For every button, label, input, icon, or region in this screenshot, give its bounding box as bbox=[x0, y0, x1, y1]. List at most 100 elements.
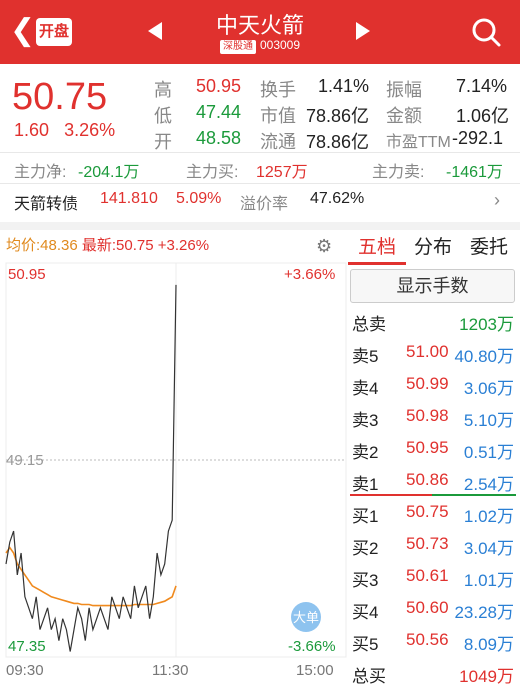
total-buy-label: 总买 bbox=[352, 667, 386, 686]
intraday-chart[interactable]: 大单 bbox=[0, 260, 348, 665]
bond-price: 141.810 bbox=[100, 190, 158, 207]
divider bbox=[0, 183, 520, 184]
level-label: 卖5 bbox=[352, 347, 379, 366]
level-volume: 23.28万 bbox=[454, 603, 514, 622]
premium-value: 47.62% bbox=[310, 190, 365, 207]
level-label: 买2 bbox=[352, 539, 379, 558]
spread-divider-green bbox=[432, 494, 516, 496]
turnover-label: 换手 bbox=[260, 80, 296, 100]
level-label: 买1 bbox=[352, 507, 379, 526]
change-percent: 3.26% bbox=[64, 120, 116, 140]
stock-name: 中天火箭 bbox=[215, 13, 304, 38]
mktcap-value: 78.86亿 bbox=[306, 106, 370, 126]
total-sell-value: 1203万 bbox=[459, 315, 514, 334]
level-price: 50.75 bbox=[406, 502, 449, 521]
open-button[interactable]: 开盘 bbox=[36, 18, 72, 46]
total-buy[interactable]: 总买 1049万 bbox=[350, 658, 516, 686]
float-value: 78.86亿 bbox=[306, 132, 370, 152]
amplitude-value: 7.14% bbox=[456, 76, 508, 96]
ask-row[interactable]: 卖3 50.98 5.10万 bbox=[350, 402, 516, 432]
high-value: 50.95 bbox=[196, 76, 242, 96]
level-price: 50.98 bbox=[406, 406, 449, 425]
big-order-label: 大单 bbox=[293, 610, 319, 625]
bid-row[interactable]: 买5 50.56 8.09万 bbox=[350, 626, 516, 656]
level-label: 卖3 bbox=[352, 411, 379, 430]
average-price-line bbox=[5, 546, 177, 607]
amount-value: 1.06亿 bbox=[456, 106, 510, 126]
pe-value: -292.1 bbox=[452, 128, 504, 148]
level-volume: 0.51万 bbox=[463, 443, 514, 462]
level-volume: 5.10万 bbox=[463, 411, 514, 430]
bid-row[interactable]: 买2 50.73 3.04万 bbox=[350, 530, 516, 560]
pe-label: 市盈TTM bbox=[386, 134, 451, 151]
y-min-label: 47.35 bbox=[8, 638, 46, 655]
exchange-badge: 深股通 bbox=[219, 40, 256, 54]
level-volume: 1.01万 bbox=[463, 571, 514, 590]
level-label: 卖1 bbox=[352, 475, 379, 494]
main-sell-label: 主力卖: bbox=[372, 164, 425, 181]
level-price: 50.86 bbox=[406, 470, 449, 489]
search-icon[interactable] bbox=[470, 16, 502, 48]
high-label: 高 bbox=[154, 80, 172, 100]
level-price: 50.60 bbox=[406, 598, 449, 617]
tab-orders[interactable]: 委托 bbox=[470, 232, 508, 259]
depth-tabs: 五档 分布 委托 bbox=[348, 232, 520, 262]
x-label-noon: 11:30 bbox=[152, 662, 189, 679]
low-label: 低 bbox=[154, 106, 172, 126]
ask-row[interactable]: 卖1 50.86 2.54万 bbox=[350, 466, 516, 496]
spread-divider-red bbox=[350, 494, 432, 496]
gear-icon[interactable]: ⚙ bbox=[316, 236, 332, 257]
float-label: 流通 bbox=[260, 132, 296, 152]
price-change: 1.60 3.26% bbox=[14, 120, 115, 141]
main-sell-value: -1461万 bbox=[446, 164, 503, 181]
bid-row[interactable]: 买4 50.60 23.28万 bbox=[350, 594, 516, 624]
level-price: 50.99 bbox=[406, 374, 449, 393]
x-label-open: 09:30 bbox=[6, 662, 44, 679]
low-value: 47.44 bbox=[196, 102, 242, 122]
previous-stock-icon[interactable] bbox=[148, 22, 162, 40]
level-volume: 1.02万 bbox=[463, 507, 514, 526]
net-flow-value: -204.1万 bbox=[78, 164, 140, 181]
stock-code-line: 深股通 003009 bbox=[170, 38, 350, 54]
ask-row[interactable]: 卖4 50.99 3.06万 bbox=[350, 370, 516, 400]
level-label: 买4 bbox=[352, 603, 379, 622]
net-flow-label: 主力净: bbox=[14, 164, 67, 181]
next-stock-icon[interactable] bbox=[356, 22, 370, 40]
avg-price-label: 均价:48.36 bbox=[6, 237, 78, 254]
main-buy-value: 1257万 bbox=[256, 164, 308, 181]
tab-indicator bbox=[348, 262, 406, 265]
level-price: 50.61 bbox=[406, 566, 449, 585]
y-max-pct-label: +3.66% bbox=[284, 266, 336, 283]
level-label: 买5 bbox=[352, 635, 379, 654]
main-buy-label: 主力买: bbox=[186, 164, 239, 181]
chevron-right-icon: › bbox=[494, 190, 500, 210]
bid-row[interactable]: 买3 50.61 1.01万 bbox=[350, 562, 516, 592]
tab-distribution[interactable]: 分布 bbox=[414, 232, 452, 259]
level-volume: 40.80万 bbox=[454, 347, 514, 366]
level-price: 50.56 bbox=[406, 630, 449, 649]
open-value: 48.58 bbox=[196, 128, 242, 148]
ask-row[interactable]: 卖5 51.00 40.80万 bbox=[350, 338, 516, 368]
mktcap-label: 市值 bbox=[260, 106, 296, 126]
show-hands-button[interactable]: 显示手数 bbox=[350, 269, 515, 303]
app-header: ❮ 开盘 中天火箭 深股通 003009 bbox=[0, 0, 520, 64]
bid-row[interactable]: 买1 50.75 1.02万 bbox=[350, 498, 516, 528]
ask-row[interactable]: 卖2 50.95 0.51万 bbox=[350, 434, 516, 464]
total-buy-value: 1049万 bbox=[459, 667, 514, 686]
total-sell[interactable]: 总卖 1203万 bbox=[350, 306, 516, 336]
bond-name: 天箭转债 bbox=[14, 196, 79, 213]
level-volume: 8.09万 bbox=[463, 635, 514, 654]
divider bbox=[0, 152, 520, 153]
turnover-value: 1.41% bbox=[318, 76, 370, 96]
latest-price-label: 最新:50.75 +3.26% bbox=[81, 237, 210, 254]
level-label: 卖4 bbox=[352, 379, 379, 398]
last-price: 50.75 bbox=[12, 76, 108, 118]
level-volume: 2.54万 bbox=[463, 475, 514, 494]
level-price: 51.00 bbox=[406, 342, 449, 361]
chart-header: 均价:48.36 最新:50.75 +3.26% bbox=[6, 234, 209, 255]
tab-five-levels[interactable]: 五档 bbox=[358, 232, 396, 259]
amplitude-label: 振幅 bbox=[386, 80, 422, 100]
amount-label: 金额 bbox=[386, 106, 422, 126]
open-label: 开 bbox=[154, 132, 172, 152]
level-label: 卖2 bbox=[352, 443, 379, 462]
